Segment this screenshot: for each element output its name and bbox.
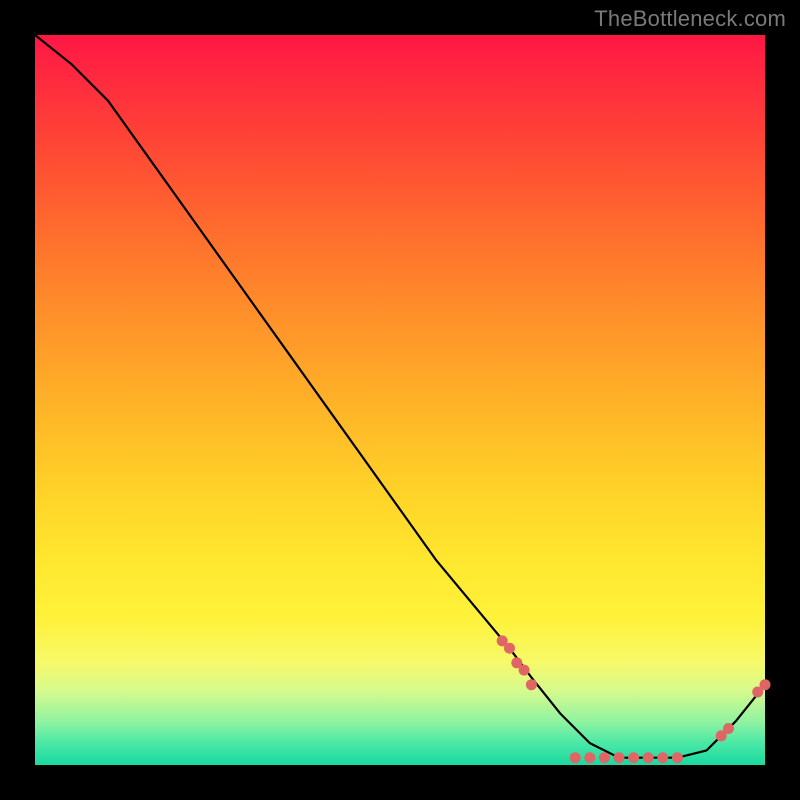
data-point [628, 752, 639, 763]
bottleneck-curve [35, 35, 765, 758]
data-point [723, 723, 734, 734]
chart-frame: TheBottleneck.com [0, 0, 800, 800]
watermark-text: TheBottleneck.com [594, 6, 786, 32]
data-point [643, 752, 654, 763]
data-point [526, 679, 537, 690]
data-point [760, 679, 771, 690]
data-point [519, 665, 530, 676]
data-point [599, 752, 610, 763]
data-point [570, 752, 581, 763]
data-point [584, 752, 595, 763]
data-point [504, 643, 515, 654]
chart-svg [35, 35, 765, 765]
data-point [614, 752, 625, 763]
data-point [657, 752, 668, 763]
data-point [672, 752, 683, 763]
data-points [497, 635, 771, 763]
plot-area [35, 35, 765, 765]
